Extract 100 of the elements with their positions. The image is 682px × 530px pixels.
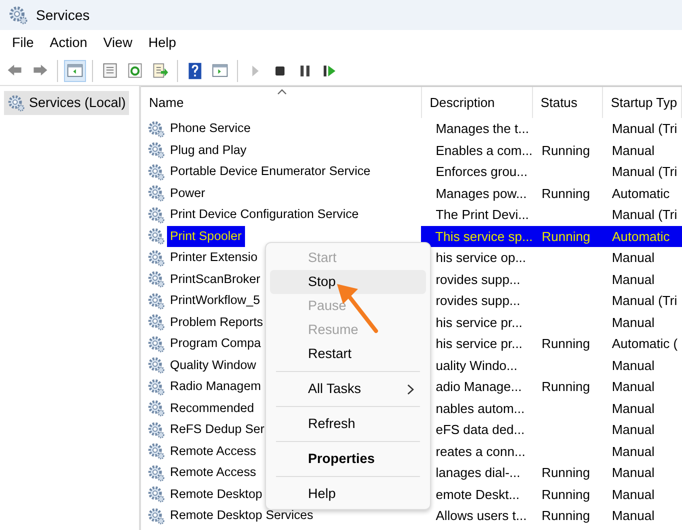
service-status: Running [542, 335, 590, 353]
service-description: adio Manage... [436, 378, 522, 396]
service-name[interactable]: Power [167, 182, 208, 204]
menu-item[interactable]: View [95, 32, 140, 54]
service-description: nables autom... [436, 400, 525, 418]
service-description: This service sp... [435, 228, 533, 246]
service-status: Running [542, 378, 590, 396]
service-name[interactable]: Remote Access [167, 440, 260, 462]
gear-icon [7, 94, 25, 112]
service-description: rovides supp... [436, 270, 520, 289]
service-name[interactable]: PrintWorkflow_5 [167, 290, 263, 312]
service-description: his service pr... [436, 314, 522, 332]
menu-item[interactable]: File [4, 32, 42, 54]
service-status: Running [542, 486, 590, 504]
gear-icon [147, 378, 165, 396]
gear-icon [147, 227, 165, 246]
startup-type: Manual [612, 378, 654, 396]
startup-type: Automatic ( [612, 335, 678, 353]
gear-icon [147, 334, 165, 353]
column-label: Startup Typ [610, 94, 678, 112]
pane-icon [66, 62, 84, 80]
service-name[interactable]: Problem Reports [167, 312, 266, 333]
service-description: reates a conn... [436, 442, 526, 460]
column-header[interactable]: Startup Typ [602, 87, 682, 118]
service-description: his service op... [436, 249, 526, 267]
service-name[interactable]: Phone Service [167, 118, 254, 140]
gear-icon [147, 120, 165, 138]
startup-type: Automatic [612, 228, 670, 246]
service-description: Enforces grou... [436, 163, 528, 181]
gear-icon [147, 141, 165, 160]
service-name[interactable]: ReFS Dedup Ser [167, 419, 268, 440]
startup-type: Manual [612, 270, 654, 288]
service-status: Running [542, 184, 590, 203]
tree-item[interactable]: Services (Local) [4, 91, 129, 116]
column-label: Name [149, 94, 184, 112]
startup-type: Manual [612, 464, 654, 482]
service-name[interactable]: Remote Access [167, 462, 260, 484]
service-description: eFS data ded... [436, 421, 525, 439]
gear-icon [147, 270, 165, 288]
startup-type: Manual [612, 314, 654, 332]
startup-type: Manual [612, 142, 654, 160]
service-description: Allows users t... [436, 507, 527, 525]
service-description: Enables a com... [436, 142, 533, 160]
service-description: lanages dial-... [436, 464, 520, 482]
service-name[interactable]: Quality Window [167, 354, 260, 376]
gear-icon [147, 506, 165, 525]
column-header[interactable]: Status [532, 87, 603, 118]
startup-type: Automatic [612, 184, 670, 202]
service-name[interactable]: Print Device Configuration Service [167, 204, 362, 226]
service-name[interactable]: Radio Managem [167, 376, 264, 398]
service-name[interactable]: PrintScanBroker [167, 268, 264, 290]
service-name[interactable]: Print Spooler [167, 226, 245, 247]
service-name[interactable]: Recommended [167, 398, 258, 419]
help-icon [186, 62, 204, 80]
startup-type: Manual [612, 421, 654, 439]
chevron-right-icon [407, 384, 414, 394]
startup-type: Manual [612, 400, 654, 418]
menu-item[interactable]: Refresh [270, 412, 426, 436]
service-status: Running [542, 228, 590, 246]
menu-item[interactable]: Properties [270, 447, 426, 471]
startup-type: Manual [612, 486, 654, 504]
tree-button[interactable] [64, 60, 86, 82]
startup-type: Manual [612, 507, 654, 525]
menu-item[interactable]: Help [270, 482, 426, 506]
window-title: Services [36, 6, 90, 24]
gear-icon [147, 313, 165, 332]
service-name[interactable]: Plug and Play [167, 140, 250, 161]
service-description: The Print Devi... [436, 206, 529, 224]
service-description: Manages the t... [436, 120, 529, 138]
menu-item[interactable]: Action [42, 32, 96, 54]
service-name[interactable]: Remote Desktop [167, 484, 266, 505]
startup-type: Manual [612, 356, 654, 374]
service-name[interactable]: Printer Extensio [167, 247, 260, 268]
gear-icon [147, 464, 165, 482]
startup-type: Manual (Tri [612, 163, 678, 181]
service-status: Running [542, 464, 590, 482]
service-status: Running [542, 142, 590, 160]
gear-icon [147, 442, 165, 460]
service-description: uality Windo... [436, 356, 518, 375]
startup-type: Manual (Tri [612, 292, 678, 310]
menu-item[interactable]: Help [140, 32, 184, 54]
pane-icon [211, 62, 229, 80]
service-name[interactable]: Program Compa [167, 333, 264, 354]
menu-item[interactable]: Stop [270, 270, 426, 294]
refresh-icon [126, 62, 144, 80]
service-description: Manages pow... [436, 184, 527, 203]
service-name[interactable]: Portable Device Enumerator Service [167, 161, 374, 182]
service-name[interactable]: Remote Desktop Services [167, 505, 316, 526]
gear-icon [147, 399, 165, 418]
gear-icon [147, 420, 165, 439]
column-header[interactable]: Name [141, 87, 422, 118]
gear-icon [147, 184, 165, 202]
gear-icon [147, 356, 165, 374]
menu-item[interactable]: Restart [270, 342, 426, 366]
startup-type: Manual [612, 249, 654, 267]
gear-icon [147, 292, 165, 310]
column-header[interactable]: Description [422, 87, 533, 118]
startup-type: Manual (Tri [612, 206, 678, 224]
menu-item[interactable]: All Tasks [270, 377, 426, 401]
service-status: Running [542, 507, 590, 525]
